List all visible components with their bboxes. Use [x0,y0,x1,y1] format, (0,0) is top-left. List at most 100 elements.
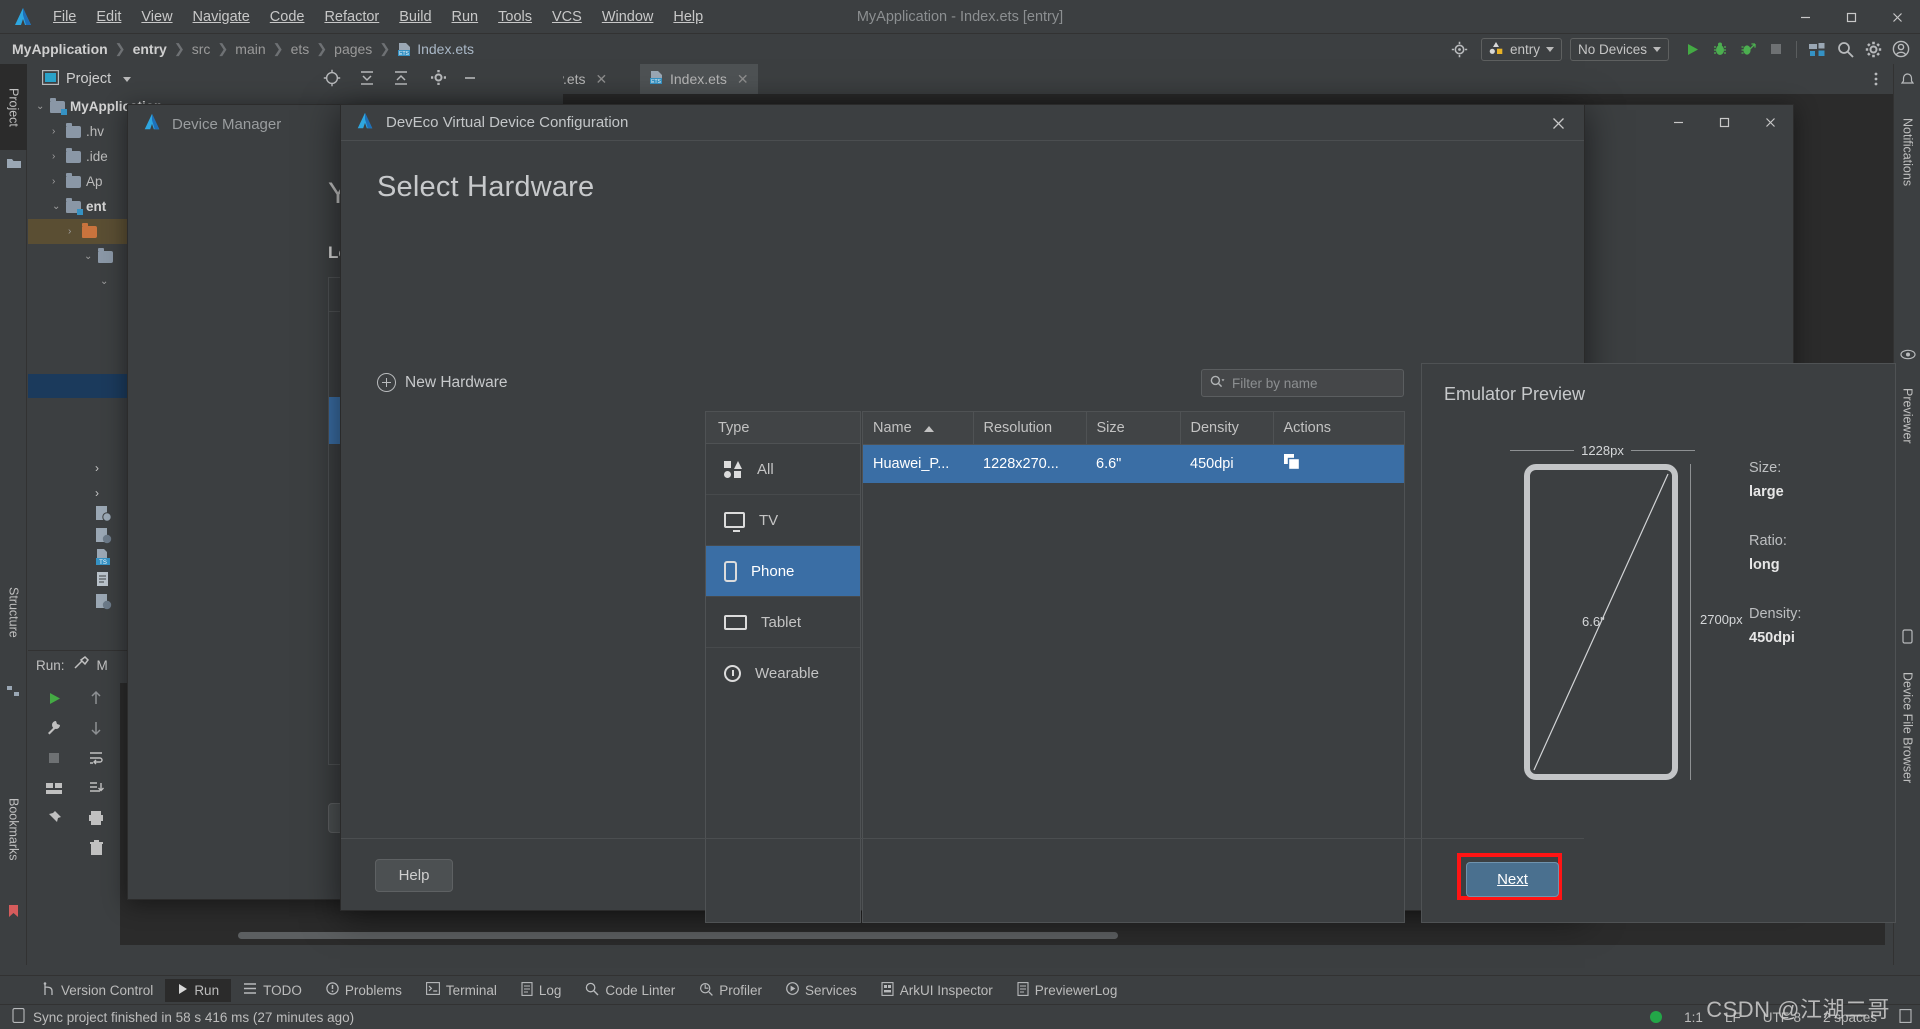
breadcrumb-item-entry[interactable]: entry [133,41,167,57]
print-icon[interactable] [80,803,112,833]
menu-edit[interactable]: Edit [87,6,130,28]
breadcrumb-item-project[interactable]: MyApplication [12,41,108,57]
indent-setting[interactable]: 2 spaces [1823,1010,1877,1025]
column-header-size[interactable]: Size [1086,412,1181,445]
project-structure-icon[interactable] [1804,36,1830,62]
collapse-all-icon[interactable] [392,69,410,90]
stop-icon[interactable] [1763,36,1789,62]
menu-file[interactable]: File [44,6,85,28]
breadcrumb-item-pages[interactable]: pages [334,41,372,57]
menu-view[interactable]: View [132,6,181,28]
breadcrumb-item-file[interactable]: Index.ets [417,41,474,57]
bottom-tab-problems[interactable]: Problems [314,978,414,1002]
trash-icon[interactable] [80,833,112,863]
line-separator[interactable]: LF [1725,1010,1741,1025]
type-item-all[interactable]: All [706,444,860,495]
sidebar-item-project[interactable]: Project [0,64,27,150]
soft-wrap-icon[interactable] [80,743,112,773]
bottom-tab-previewer-log[interactable]: PreviewerLog [1005,978,1130,1003]
rerun-icon[interactable] [38,683,70,713]
column-header-name[interactable]: Name [863,412,974,445]
bottom-tab-log[interactable]: Log [509,978,574,1003]
menu-code[interactable]: Code [261,6,314,28]
menu-window[interactable]: Window [593,6,663,28]
bottom-tab-arkui-inspector[interactable]: ArkUI Inspector [869,978,1005,1003]
bottom-tab-terminal[interactable]: Terminal [414,978,509,1002]
filter-input[interactable] [1232,375,1395,391]
menu-run[interactable]: Run [443,6,488,28]
settings-gear-icon[interactable] [430,69,447,89]
bottom-tab-version-control[interactable]: Version Control [30,978,165,1003]
type-item-phone[interactable]: Phone [706,546,860,597]
layout-icon[interactable] [38,773,70,803]
menu-vcs[interactable]: VCS [543,6,591,28]
column-header-density[interactable]: Density [1180,412,1274,445]
type-item-wearable[interactable]: Wearable [706,648,860,699]
bottom-tab-todo[interactable]: TODO [231,978,314,1002]
filter-search-box[interactable] [1201,369,1404,397]
dialog-help-button[interactable]: Help [375,859,453,892]
account-icon[interactable] [1888,36,1914,62]
settings-gear-icon[interactable] [1860,36,1886,62]
hide-panel-icon[interactable] [462,70,478,89]
breadcrumb-item-ets[interactable]: ets [291,41,310,57]
stop-icon[interactable] [38,743,70,773]
file-encoding[interactable]: UTF-8 [1763,1010,1801,1025]
debug-icon[interactable] [1707,36,1733,62]
target-icon[interactable] [1447,36,1473,62]
search-icon[interactable] [1832,36,1858,62]
minimize-button[interactable] [1655,105,1701,139]
scroll-to-end-icon[interactable] [80,773,112,803]
maximize-button[interactable] [1828,0,1874,34]
expand-all-icon[interactable] [358,69,376,90]
bottom-tab-services[interactable]: Services [774,978,869,1002]
run-icon[interactable] [1679,36,1705,62]
lock-icon[interactable] [1899,1008,1912,1026]
duplicate-icon[interactable] [1283,453,1301,475]
new-hardware-button[interactable]: New Hardware [377,373,508,392]
bottom-tab-code-linter[interactable]: Code Linter [573,978,687,1003]
column-header-actions[interactable]: Actions [1273,412,1404,445]
table-row[interactable]: Huawei_P... 1228x270... 6.6" 450dpi [863,444,1404,483]
select-opened-file-icon[interactable] [323,69,341,90]
sidebar-item-structure[interactable]: Structure [0,552,27,672]
bottom-tab-run[interactable]: Run [165,978,232,1002]
close-icon[interactable] [1532,105,1584,141]
arrow-up-icon[interactable] [80,683,112,713]
breadcrumb-item-main[interactable]: main [235,41,265,57]
sidebar-item-device-file-browser[interactable]: Device File Browser [1894,648,1920,808]
bottom-tab-profiler[interactable]: Profiler [687,978,774,1003]
sidebar-item-notifications[interactable]: Notifications [1894,92,1920,212]
sidebar-item-bookmarks[interactable]: Bookmarks [0,764,27,894]
maximize-button[interactable] [1701,105,1747,139]
menu-navigate[interactable]: Navigate [184,6,259,28]
wrench-icon[interactable] [38,713,70,743]
caret-position[interactable]: 1:1 [1684,1010,1703,1025]
pin-icon[interactable] [38,803,70,833]
project-files-icon[interactable] [0,150,27,176]
close-button[interactable] [1747,105,1793,139]
device-selector[interactable]: No Devices [1569,37,1669,61]
minimize-button[interactable] [1782,0,1828,34]
close-icon[interactable]: ✕ [596,71,608,88]
more-options-icon[interactable] [1863,66,1889,92]
close-icon[interactable]: ✕ [737,71,749,88]
tab-index[interactable]: ETS Index.ets ✕ [640,64,758,94]
next-button[interactable]: Next [1466,862,1559,897]
menu-refactor[interactable]: Refactor [315,6,388,28]
breadcrumb-item-src[interactable]: src [192,41,211,57]
chevron-down-icon[interactable] [123,76,132,82]
column-header-resolution[interactable]: Resolution [973,412,1087,445]
type-item-tablet[interactable]: Tablet [706,597,860,648]
sidebar-item-previewer[interactable]: Previewer [1894,366,1920,466]
preview-width-dimension: 1228px [1510,443,1695,458]
module-selector[interactable]: entry [1480,37,1562,61]
menu-tools[interactable]: Tools [489,6,541,28]
console-horizontal-scrollbar[interactable] [238,932,1118,939]
type-item-tv[interactable]: TV [706,495,860,546]
menu-help[interactable]: Help [664,6,712,28]
close-button[interactable] [1874,0,1920,34]
arrow-down-icon[interactable] [80,713,112,743]
menu-build[interactable]: Build [390,6,440,28]
profile-run-icon[interactable] [1735,36,1761,62]
